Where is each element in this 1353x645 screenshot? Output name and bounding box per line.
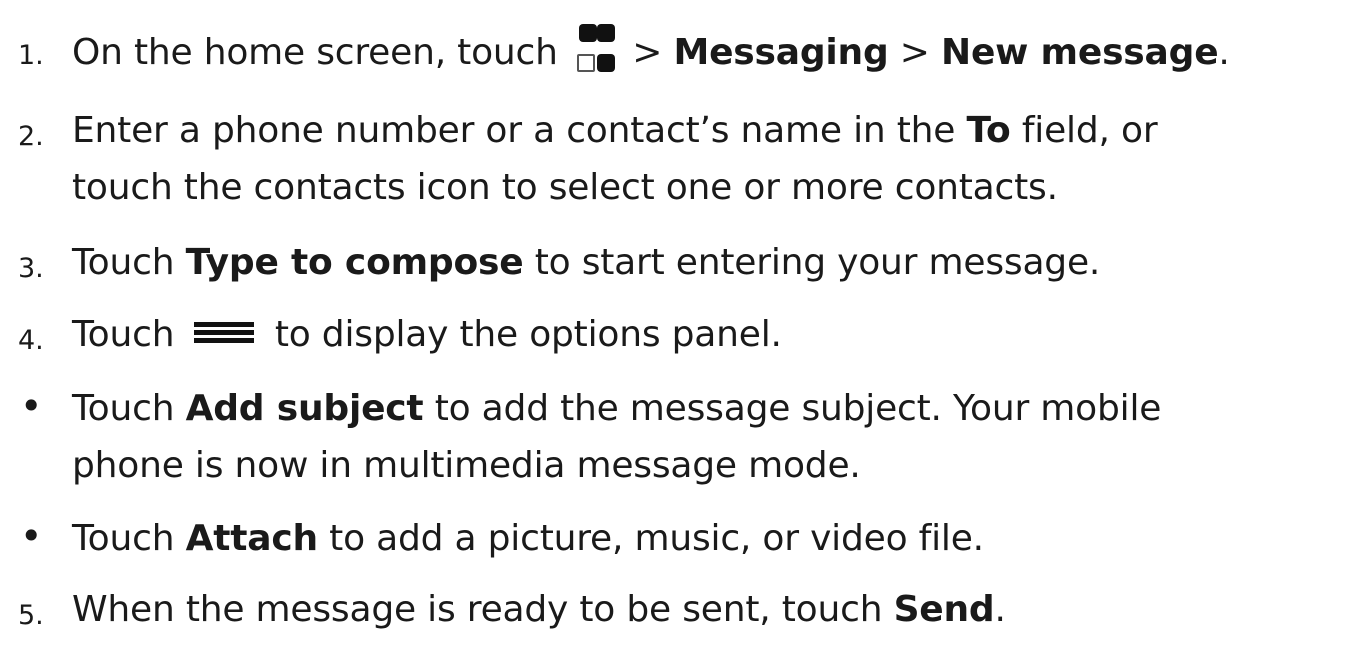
- menu-icon: [193, 322, 254, 344]
- to-field-label: To: [966, 110, 1011, 151]
- step-text: On the home screen, touch > Messaging > …: [72, 24, 1230, 79]
- step-text: Enter a phone number or a contact’s name…: [72, 110, 1158, 151]
- step-number: 2.: [18, 121, 44, 152]
- step-text: Touch Attach to add a picture, music, or…: [72, 518, 984, 559]
- bullet-marker: •: [20, 514, 43, 558]
- new-message-label: New message: [941, 32, 1219, 73]
- messaging-label: Messaging: [673, 32, 889, 73]
- step-text-line2: phone is now in multimedia message mode.: [72, 445, 861, 486]
- send-label: Send: [893, 589, 995, 630]
- step-text: Touch Add subject to add the message sub…: [72, 388, 1162, 429]
- step-text: When the message is ready to be sent, to…: [72, 589, 1006, 630]
- type-to-compose-label: Type to compose: [185, 242, 524, 283]
- bullet-marker: •: [20, 384, 43, 428]
- step-text-line2: touch the contacts icon to select one or…: [72, 167, 1058, 208]
- instructions-list: 1. On the home screen, touch > Messaging…: [0, 0, 1353, 645]
- step-text: Touch to display the options panel.: [72, 314, 782, 355]
- step-number: 1.: [18, 40, 44, 71]
- step-text: Touch Type to compose to start entering …: [72, 242, 1101, 283]
- attach-label: Attach: [185, 518, 319, 559]
- step-number: 5.: [18, 600, 44, 631]
- apps-grid-icon: [573, 24, 615, 78]
- step-number: 3.: [18, 253, 44, 284]
- add-subject-label: Add subject: [185, 388, 424, 429]
- step-number: 4.: [18, 325, 44, 356]
